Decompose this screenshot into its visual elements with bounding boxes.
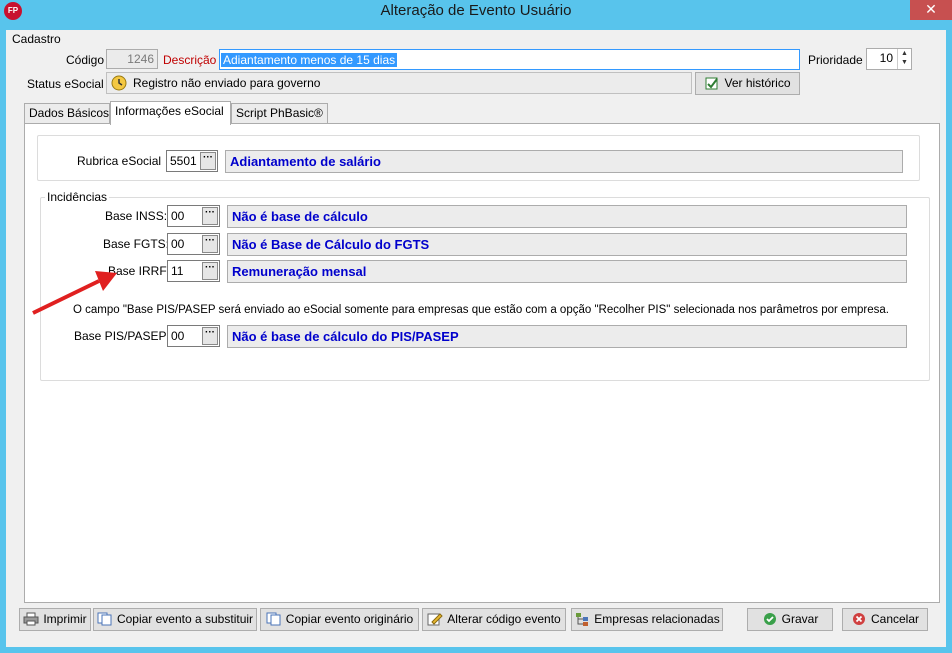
spin-down-icon[interactable]: ▼: [898, 58, 911, 67]
copiar-originario-label: Copiar evento originário: [285, 612, 414, 626]
rubrica-lookup-button[interactable]: ···: [200, 152, 216, 170]
spin-up-icon[interactable]: ▲: [898, 49, 911, 58]
copy-icon: [97, 612, 113, 626]
descricao-input[interactable]: Adiantamento menos de 15 dias: [219, 49, 800, 70]
tab-dados-basicos[interactable]: Dados Básicos: [24, 103, 110, 124]
check-icon: [762, 612, 778, 626]
cadastro-group-label: Cadastro: [12, 32, 61, 46]
ver-historico-button[interactable]: Ver histórico: [695, 72, 800, 95]
cancelar-button[interactable]: Cancelar: [842, 608, 928, 631]
empresas-label: Empresas relacionadas: [594, 612, 720, 626]
copiar-substituir-label: Copiar evento a substituir: [116, 612, 254, 626]
copy-icon: [266, 612, 282, 626]
base-pis-pasep-label: Base PIS/PASEP:: [74, 329, 170, 343]
status-esocial-field: Registro não enviado para governo: [106, 72, 692, 94]
imprimir-label: Imprimir: [43, 612, 87, 626]
ver-historico-label: Ver histórico: [724, 76, 791, 90]
window-client-area: Cadastro Código 1246 Descrição Adiantame…: [6, 30, 946, 647]
base-pis-pasep-lookup-button[interactable]: ···: [202, 327, 218, 345]
rubrica-description: Adiantamento de salário: [225, 150, 903, 173]
pis-pasep-note: O campo "Base PIS/PASEP será enviado ao …: [73, 304, 889, 316]
base-irrf-description: Remuneração mensal: [227, 260, 907, 283]
descricao-label: Descrição: [163, 53, 217, 67]
alterar-codigo-label: Alterar código evento: [447, 612, 561, 626]
copiar-evento-originario-button[interactable]: Copiar evento originário: [260, 608, 419, 631]
codigo-label: Código: [66, 53, 105, 67]
status-esocial-value: Registro não enviado para governo: [133, 76, 321, 90]
gravar-label: Gravar: [781, 612, 819, 626]
gravar-button[interactable]: Gravar: [747, 608, 833, 631]
alterar-codigo-evento-button[interactable]: Alterar código evento: [422, 608, 566, 631]
title-bar[interactable]: FP Alteração de Evento Usuário ✕: [0, 0, 952, 22]
tab-script-phbasic[interactable]: Script PhBasic®: [231, 103, 328, 124]
tab-informacoes-esocial[interactable]: Informações eSocial: [110, 101, 231, 125]
status-esocial-label: Status eSocial: [27, 77, 104, 91]
copiar-evento-substituir-button[interactable]: Copiar evento a substituir: [93, 608, 257, 631]
history-icon: [704, 76, 720, 90]
base-fgts-description: Não é Base de Cálculo do FGTS: [227, 233, 907, 256]
close-button[interactable]: ✕: [910, 0, 952, 20]
codigo-field[interactable]: 1246: [106, 49, 158, 69]
descricao-value: Adiantamento menos de 15 dias: [221, 53, 398, 67]
edit-icon: [427, 612, 444, 626]
tab-panel-esocial: Rubrica eSocial 5501 ··· Adiantamento de…: [24, 123, 940, 603]
window-title: Alteração de Evento Usuário: [380, 2, 572, 19]
prioridade-spin-arrows[interactable]: ▲ ▼: [897, 49, 911, 69]
base-inss-lookup-button[interactable]: ···: [202, 207, 218, 225]
company-tree-icon: [574, 612, 590, 626]
rubrica-esocial-label: Rubrica eSocial: [77, 154, 162, 168]
cancel-icon: [851, 612, 867, 626]
prioridade-label: Prioridade: [808, 53, 863, 67]
prioridade-value: 10: [879, 51, 893, 65]
base-inss-label: Base INSS:: [105, 209, 168, 223]
base-pis-pasep-description: Não é base de cálculo do PIS/PASEP: [227, 325, 907, 348]
base-fgts-lookup-button[interactable]: ···: [202, 235, 218, 253]
incidencias-label: Incidências: [45, 190, 110, 204]
base-inss-description: Não é base de cálculo: [227, 205, 907, 228]
empresas-relacionadas-button[interactable]: Empresas relacionadas: [571, 608, 723, 631]
warning-clock-icon: [111, 75, 127, 91]
cancelar-label: Cancelar: [870, 612, 920, 626]
base-fgts-label: Base FGTS:: [103, 237, 170, 251]
printer-icon: [23, 612, 39, 626]
imprimir-button[interactable]: Imprimir: [19, 608, 91, 631]
base-irrf-lookup-button[interactable]: ···: [202, 262, 218, 280]
